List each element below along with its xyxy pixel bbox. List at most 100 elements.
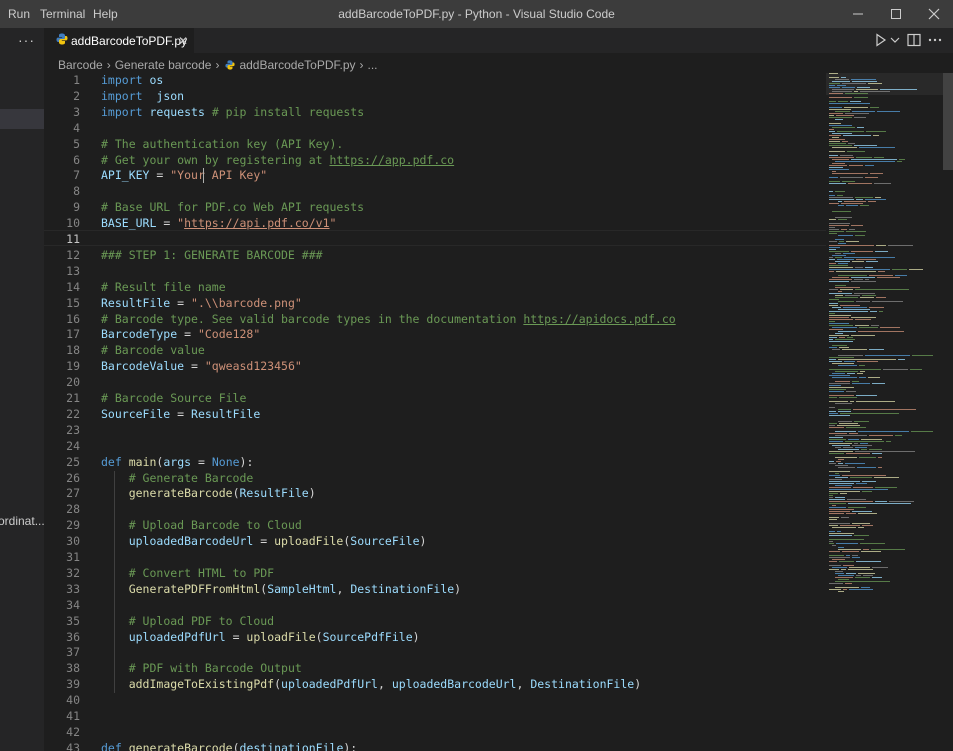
scrollbar-thumb[interactable] xyxy=(943,73,953,170)
minimap-line xyxy=(877,277,900,278)
code-line[interactable]: 22 SourceFile = ResultFile xyxy=(44,407,826,423)
minimize-button[interactable] xyxy=(839,0,877,28)
code-line[interactable]: 16 # Barcode type. See valid barcode type… xyxy=(44,312,826,328)
code-line[interactable]: 2 import json xyxy=(44,89,826,105)
code-line[interactable]: 19 BarcodeValue = "qweasd123456" xyxy=(44,359,826,375)
code-line[interactable]: 15 ResultFile = ".\\barcode.png" xyxy=(44,296,826,312)
minimap-line xyxy=(849,589,873,590)
code-line[interactable]: 12 ### STEP 1: GENERATE BARCODE ### xyxy=(44,248,826,264)
minimap[interactable] xyxy=(826,73,943,751)
code-line[interactable]: 43 def generateBarcode(destinationFile): xyxy=(44,741,826,751)
code-line[interactable]: 14 # Result file name xyxy=(44,280,826,296)
code-link[interactable]: https://api.pdf.co/v1 xyxy=(184,216,329,230)
code-line[interactable]: 40 xyxy=(44,693,826,709)
breadcrumb-item-subfolder[interactable]: Generate barcode xyxy=(115,58,212,72)
code-line[interactable]: 26 # Generate Barcode xyxy=(44,471,826,487)
line-number: 11 xyxy=(66,232,80,246)
minimap-line xyxy=(835,587,859,588)
code-line[interactable]: 3 import requests # pip install requests xyxy=(44,105,826,121)
code-line[interactable]: 37 xyxy=(44,645,826,661)
line-number: 9 xyxy=(73,200,80,215)
code-line[interactable]: 30 uploadedBarcodeUrl = uploadFile(Sourc… xyxy=(44,534,826,550)
code-line[interactable]: 25 def main(args = None): xyxy=(44,455,826,471)
minimap-line xyxy=(843,135,871,136)
minimap-line xyxy=(835,333,843,334)
code-line[interactable]: 9 # Base URL for PDF.co Web API requests xyxy=(44,200,826,216)
chevron-down-icon[interactable] xyxy=(887,32,903,48)
more-actions-icon[interactable] xyxy=(927,32,943,48)
code-line[interactable]: 5 # The authentication key (API Key). xyxy=(44,137,826,153)
tree-item-truncated[interactable]: ordinat... xyxy=(0,514,44,528)
minimap-line xyxy=(844,361,855,362)
line-number: 34 xyxy=(66,597,80,612)
minimap-line xyxy=(839,347,849,348)
minimap-line xyxy=(829,203,839,204)
code-line[interactable]: 13 xyxy=(44,264,826,280)
code-link[interactable]: https://app.pdf.co xyxy=(329,153,454,167)
minimap-line xyxy=(843,447,853,448)
code-line[interactable]: 35 # Upload PDF to Cloud xyxy=(44,614,826,630)
minimap-line xyxy=(848,507,866,508)
code-line[interactable]: 31 xyxy=(44,550,826,566)
code-line[interactable]: 38 # PDF with Barcode Output xyxy=(44,661,826,677)
minimap-line xyxy=(832,505,836,506)
minimap-line xyxy=(838,275,867,276)
tab-close-icon[interactable]: ✕ xyxy=(178,34,188,48)
code-line[interactable]: 39 addImageToExistingPdf(uploadedPdfUrl,… xyxy=(44,677,826,693)
code-text: import requests # pip install requests xyxy=(101,105,364,119)
code-line[interactable]: 17 BarcodeType = "Code128" xyxy=(44,327,826,343)
code-line[interactable]: 33 GeneratePDFFromHtml(SampleHtml, Desti… xyxy=(44,582,826,598)
code-line[interactable]: 8 xyxy=(44,184,826,200)
minimap-line xyxy=(859,377,866,378)
code-line[interactable]: 21 # Barcode Source File xyxy=(44,391,826,407)
close-window-button[interactable] xyxy=(915,0,953,28)
minimap-line xyxy=(858,331,904,332)
code-line[interactable]: 24 xyxy=(44,439,826,455)
code-line[interactable]: 18 # Barcode value xyxy=(44,343,826,359)
code-line[interactable]: 32 # Convert HTML to PDF xyxy=(44,566,826,582)
menu-help[interactable]: Help xyxy=(93,7,118,21)
selected-tree-item[interactable] xyxy=(0,109,44,129)
code-line[interactable]: 41 xyxy=(44,709,826,725)
code-link[interactable]: https://apidocs.pdf.co xyxy=(523,312,675,326)
editor-tab-active[interactable]: addBarcodeToPDF.py ✕ xyxy=(44,28,194,53)
code-editor[interactable]: 1 import os 2 import json 3 import requests #… xyxy=(44,73,826,751)
code-line[interactable]: 36 uploadedPdfUrl = uploadFile(SourcePdf… xyxy=(44,630,826,646)
vertical-scrollbar[interactable] xyxy=(943,73,953,751)
code-line[interactable]: 7 API_KEY = "Your API Key" xyxy=(44,168,826,184)
minimap-line xyxy=(852,557,860,558)
code-line[interactable]: 1 import os xyxy=(44,73,826,89)
code-line[interactable]: 42 xyxy=(44,725,826,741)
minimap-line xyxy=(865,177,878,178)
code-line[interactable]: 20 xyxy=(44,375,826,391)
code-token: ) xyxy=(419,534,427,549)
code-line[interactable]: 6 # Get your own by registering at https:… xyxy=(44,153,826,169)
minimap-line xyxy=(876,297,886,298)
code-line[interactable]: 11 xyxy=(44,232,826,248)
code-line[interactable]: 10 BASE_URL = "https://api.pdf.co/v1" xyxy=(44,216,826,232)
minimap-line xyxy=(857,373,863,374)
split-editor-icon[interactable] xyxy=(906,32,922,48)
code-line[interactable]: 29 # Upload Barcode to Cloud xyxy=(44,518,826,534)
code-line[interactable]: 34 xyxy=(44,598,826,614)
maximize-button[interactable] xyxy=(877,0,915,28)
code-token: "Your API Key" xyxy=(170,168,268,183)
code-line[interactable]: 23 xyxy=(44,423,826,439)
line-number: 21 xyxy=(66,391,80,405)
breadcrumb-item-symbol[interactable]: ... xyxy=(368,58,378,72)
menu-run[interactable]: Run xyxy=(8,7,30,21)
more-actions-icon[interactable]: ··· xyxy=(18,32,35,48)
minimap-line xyxy=(829,293,852,294)
minimap-line xyxy=(829,141,840,142)
code-token: API_KEY xyxy=(101,168,150,183)
breadcrumb-item-folder[interactable]: Barcode xyxy=(58,58,103,72)
minimap-line xyxy=(838,331,856,332)
breadcrumb-item-file[interactable]: addBarcodeToPDF.py xyxy=(239,58,355,72)
code-line[interactable]: 4 xyxy=(44,121,826,137)
code-line[interactable]: 27 generateBarcode(ResultFile) xyxy=(44,486,826,502)
menu-terminal[interactable]: Terminal xyxy=(40,7,85,21)
minimap-line xyxy=(829,317,849,318)
minimap-line xyxy=(829,513,844,514)
code-line[interactable]: 28 xyxy=(44,502,826,518)
code-token: = xyxy=(170,295,192,310)
